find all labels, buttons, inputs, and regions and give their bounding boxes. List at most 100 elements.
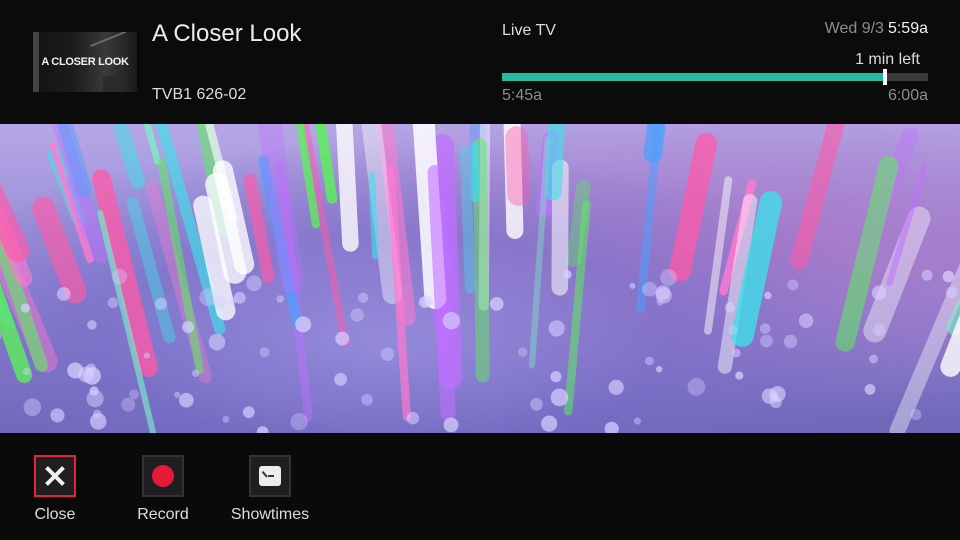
video-bead — [335, 331, 350, 346]
video-bead — [121, 397, 136, 412]
video-bead — [87, 320, 97, 330]
video-bead — [642, 281, 658, 297]
video-bead — [921, 269, 933, 281]
video-streak — [470, 142, 480, 203]
video-bead — [174, 391, 181, 398]
video-bead — [129, 389, 140, 400]
close-label: Close — [34, 506, 76, 523]
video-bead — [735, 371, 744, 380]
record-button-box[interactable] — [142, 455, 184, 497]
source-label: Live TV — [502, 22, 556, 39]
video-bead — [728, 325, 738, 335]
date-label: Wed 9/3 — [824, 20, 884, 37]
video-bead — [406, 411, 420, 425]
channel-label: TVB1 626-02 — [152, 86, 247, 103]
video-bead — [259, 347, 270, 358]
video-bead — [276, 295, 285, 303]
video-bead — [22, 367, 31, 376]
video-bead — [633, 417, 642, 425]
video-bead — [256, 426, 269, 433]
close-button[interactable]: Close — [10, 455, 100, 524]
close-icon — [43, 464, 67, 488]
video-streak — [643, 124, 668, 163]
video-bead — [107, 297, 119, 309]
video-bead — [770, 392, 779, 402]
video-bead — [111, 268, 128, 285]
video-bead — [530, 398, 543, 411]
video-bead — [550, 371, 562, 383]
video-bead — [182, 320, 195, 334]
showtimes-button-box[interactable] — [249, 455, 291, 497]
video-streak — [790, 124, 850, 270]
video-streak — [669, 132, 718, 282]
video-bead — [442, 312, 461, 330]
video-streak — [334, 124, 359, 252]
video-streak — [505, 126, 531, 206]
video-bead — [724, 302, 736, 313]
video-bead — [518, 347, 528, 357]
showtimes-label: Showtimes — [230, 506, 310, 523]
video-bead — [380, 347, 395, 362]
video-bead — [199, 288, 217, 307]
video-streak — [0, 124, 30, 263]
video-bead — [873, 323, 886, 337]
record-label: Record — [137, 506, 189, 523]
video-bead — [350, 308, 364, 322]
video-bead — [604, 421, 619, 433]
video-bead — [295, 316, 312, 333]
end-time: 6:00a — [887, 87, 928, 104]
video-bead — [443, 417, 459, 433]
video-bead — [629, 282, 636, 289]
video-bead — [644, 356, 654, 366]
video-bead — [798, 313, 814, 328]
program-progress-bar — [502, 69, 928, 85]
video-bead — [242, 406, 255, 419]
video-bead — [290, 412, 308, 431]
video-bead — [541, 415, 558, 432]
video-bead — [660, 269, 677, 286]
record-icon — [152, 465, 174, 487]
progress-marker — [883, 69, 888, 85]
showtimes-button[interactable]: Showtimes — [225, 455, 315, 524]
video-bead — [548, 320, 565, 337]
video-bead — [945, 286, 958, 299]
program-title: A Closer Look — [152, 20, 302, 47]
video-bead — [154, 297, 168, 310]
video-bead — [550, 388, 569, 407]
video-bead — [562, 270, 572, 279]
clock-icon — [259, 466, 281, 486]
video-frame-art — [0, 124, 960, 433]
video-bead — [23, 398, 42, 417]
program-thumbnail: A CLOSER LOOK — [33, 32, 137, 92]
video-bead — [77, 366, 94, 383]
video-bead — [764, 291, 772, 300]
video-bead — [910, 409, 922, 421]
video-bead — [869, 354, 879, 364]
video-bead — [871, 285, 887, 301]
video-bead — [50, 408, 65, 423]
video-bead — [655, 365, 663, 373]
video-bead — [418, 296, 431, 309]
program-info-bar: A CLOSER LOOK A Closer Look TVB1 626-02 … — [0, 0, 960, 124]
video-bead — [357, 292, 369, 303]
video-bead — [759, 323, 771, 334]
video-bead — [608, 379, 624, 396]
close-button-box[interactable] — [34, 455, 76, 497]
video-bead — [20, 303, 31, 313]
video-bead — [179, 392, 194, 408]
video-bead — [489, 297, 504, 311]
video-bead — [334, 372, 348, 386]
video-bead — [233, 291, 246, 304]
progress-fill — [502, 73, 886, 81]
video-bead — [942, 270, 955, 283]
video-bead — [86, 390, 104, 408]
video-bead — [191, 369, 200, 377]
video-bead — [760, 334, 773, 348]
live-video-preview — [0, 124, 960, 433]
record-button[interactable]: Record — [118, 455, 208, 524]
action-bar: Close Record Showtimes — [0, 433, 960, 540]
video-bead — [208, 333, 226, 351]
video-bead — [361, 394, 373, 406]
video-bead — [787, 279, 799, 291]
video-bead — [655, 285, 671, 301]
